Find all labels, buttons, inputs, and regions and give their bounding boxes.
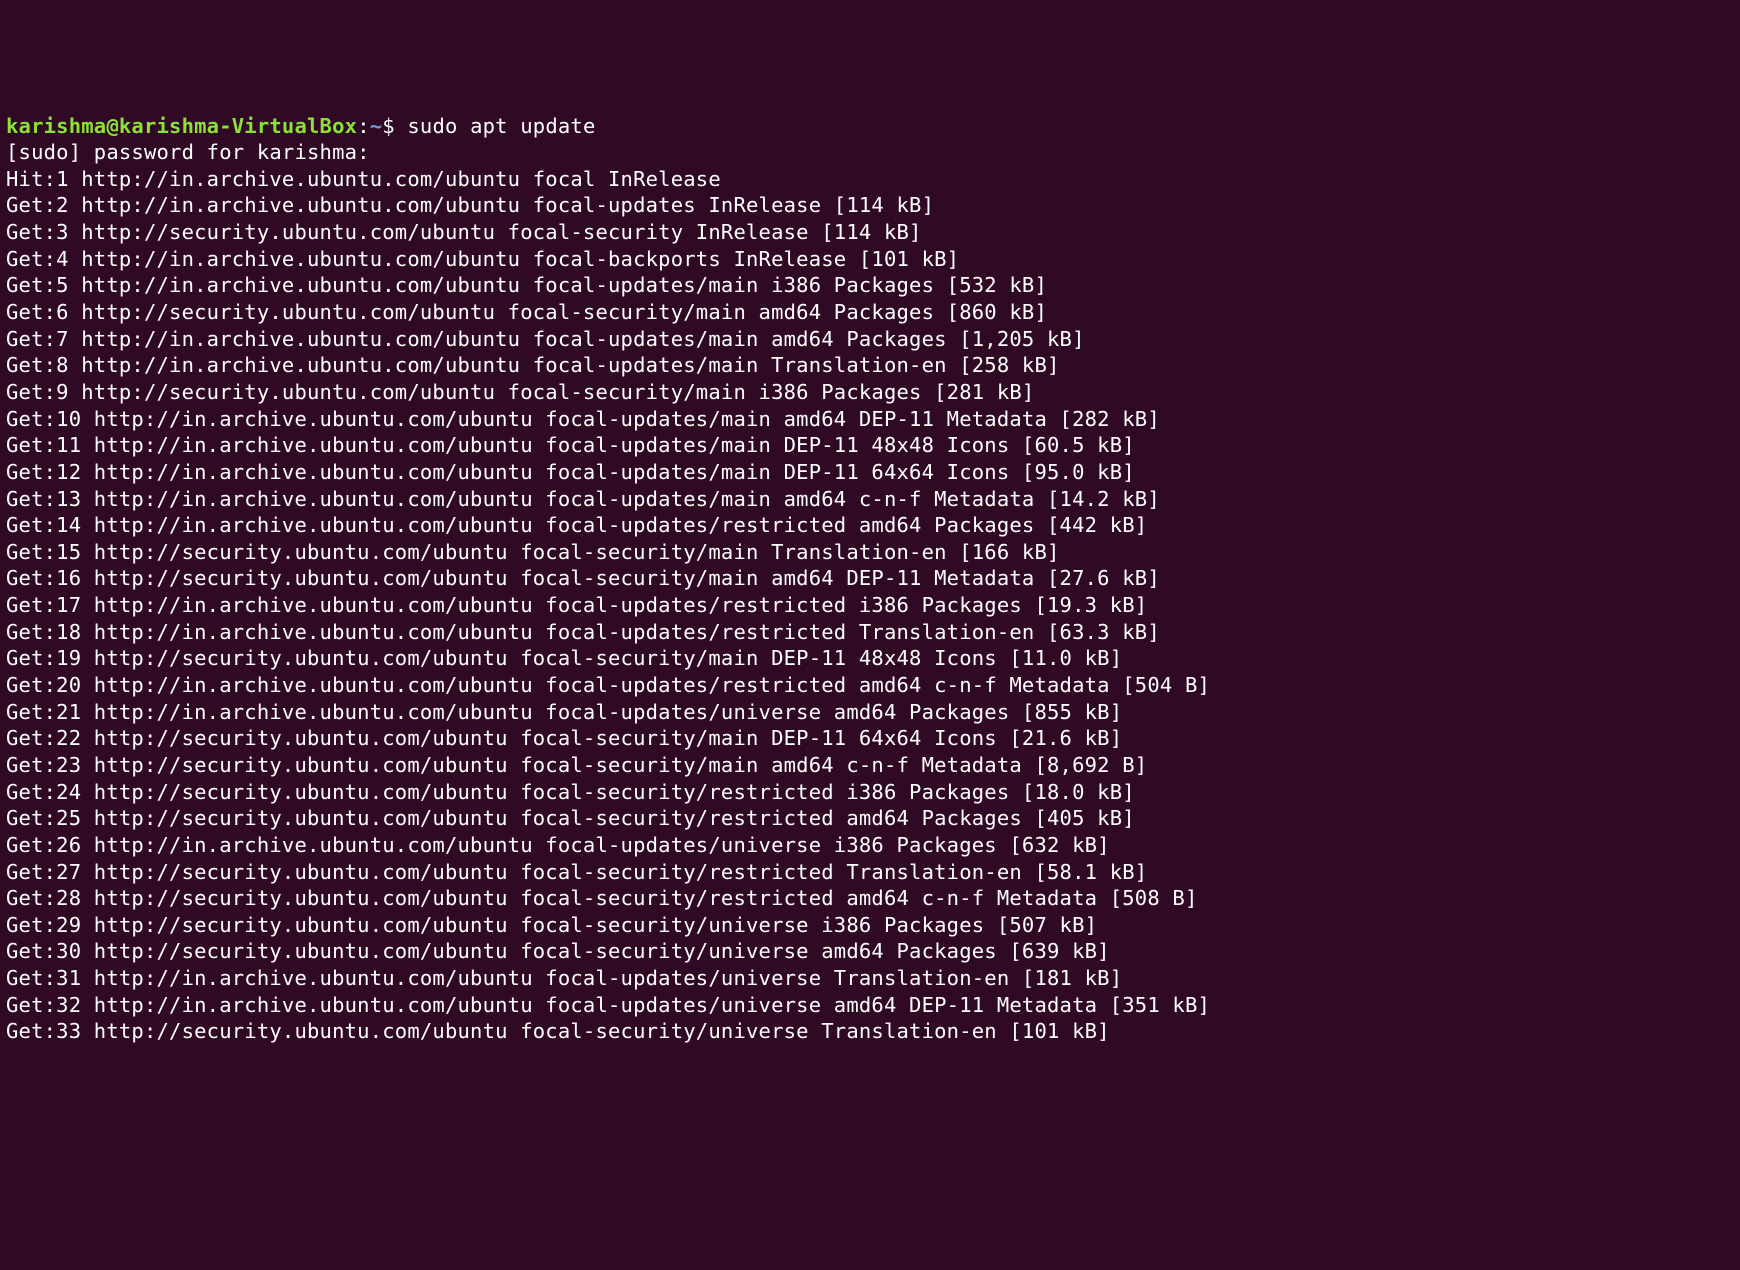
apt-output-line: Get:33 http://security.ubuntu.com/ubuntu…: [6, 1019, 1110, 1043]
apt-output-line: Get:24 http://security.ubuntu.com/ubuntu…: [6, 780, 1135, 804]
prompt-separator: :: [357, 114, 370, 138]
apt-output-line: Get:30 http://security.ubuntu.com/ubuntu…: [6, 939, 1110, 963]
sudo-password-prompt: [sudo] password for karishma:: [6, 140, 370, 164]
prompt-line: karishma@karishma-VirtualBox:~$ sudo apt…: [6, 114, 596, 138]
terminal-window[interactable]: karishma@karishma-VirtualBox:~$ sudo apt…: [6, 113, 1734, 1045]
apt-output-line: Get:31 http://in.archive.ubuntu.com/ubun…: [6, 966, 1122, 990]
apt-output-line: Get:11 http://in.archive.ubuntu.com/ubun…: [6, 433, 1135, 457]
apt-output-line: Get:7 http://in.archive.ubuntu.com/ubunt…: [6, 327, 1085, 351]
apt-output-line: Get:17 http://in.archive.ubuntu.com/ubun…: [6, 593, 1147, 617]
apt-output-line: Get:25 http://security.ubuntu.com/ubuntu…: [6, 806, 1135, 830]
apt-output-line: Get:12 http://in.archive.ubuntu.com/ubun…: [6, 460, 1135, 484]
apt-output-line: Get:26 http://in.archive.ubuntu.com/ubun…: [6, 833, 1110, 857]
apt-output-line: Get:19 http://security.ubuntu.com/ubuntu…: [6, 646, 1122, 670]
apt-output-line: Get:32 http://in.archive.ubuntu.com/ubun…: [6, 993, 1210, 1017]
apt-output-line: Get:9 http://security.ubuntu.com/ubuntu …: [6, 380, 1034, 404]
apt-output-line: Get:28 http://security.ubuntu.com/ubuntu…: [6, 886, 1198, 910]
prompt-user-host: karishma@karishma-VirtualBox: [6, 114, 357, 138]
apt-output-line: Get:8 http://in.archive.ubuntu.com/ubunt…: [6, 353, 1060, 377]
apt-output-line: Get:3 http://security.ubuntu.com/ubuntu …: [6, 220, 922, 244]
apt-output-line: Get:23 http://security.ubuntu.com/ubuntu…: [6, 753, 1147, 777]
apt-output-line: Get:6 http://security.ubuntu.com/ubuntu …: [6, 300, 1047, 324]
apt-output-line: Get:2 http://in.archive.ubuntu.com/ubunt…: [6, 193, 934, 217]
apt-output-line: Get:27 http://security.ubuntu.com/ubuntu…: [6, 860, 1147, 884]
apt-output-line: Get:22 http://security.ubuntu.com/ubuntu…: [6, 726, 1122, 750]
apt-output-line: Get:20 http://in.archive.ubuntu.com/ubun…: [6, 673, 1210, 697]
command-text: sudo apt update: [407, 114, 595, 138]
apt-output-line: Get:10 http://in.archive.ubuntu.com/ubun…: [6, 407, 1160, 431]
apt-output-line: Get:4 http://in.archive.ubuntu.com/ubunt…: [6, 247, 959, 271]
apt-output-line: Get:29 http://security.ubuntu.com/ubuntu…: [6, 913, 1097, 937]
apt-output-line: Hit:1 http://in.archive.ubuntu.com/ubunt…: [6, 167, 721, 191]
prompt-path: ~: [370, 114, 383, 138]
apt-output-line: Get:15 http://security.ubuntu.com/ubuntu…: [6, 540, 1060, 564]
apt-output-line: Get:5 http://in.archive.ubuntu.com/ubunt…: [6, 273, 1047, 297]
apt-output-line: Get:21 http://in.archive.ubuntu.com/ubun…: [6, 700, 1122, 724]
prompt-dollar: $: [382, 114, 407, 138]
apt-output-line: Get:18 http://in.archive.ubuntu.com/ubun…: [6, 620, 1160, 644]
apt-output-line: Get:14 http://in.archive.ubuntu.com/ubun…: [6, 513, 1147, 537]
apt-output-line: Get:13 http://in.archive.ubuntu.com/ubun…: [6, 487, 1160, 511]
apt-output-line: Get:16 http://security.ubuntu.com/ubuntu…: [6, 566, 1160, 590]
